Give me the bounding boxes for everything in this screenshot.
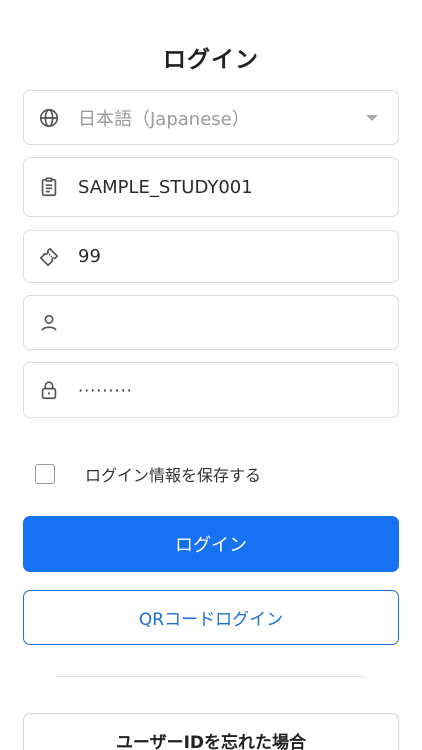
user-icon (37, 311, 61, 335)
study-id-field[interactable]: SAMPLE_STUDY001 (23, 157, 399, 217)
chevron-down-icon (366, 114, 378, 121)
forgot-user-id-button[interactable]: ユーザーIDを忘れた場合 (23, 713, 399, 750)
ticket-icon (37, 245, 61, 269)
user-id-input[interactable] (78, 312, 398, 333)
qr-login-button[interactable]: QRコードログイン (23, 590, 399, 645)
globe-icon (37, 106, 61, 130)
remember-login-row[interactable]: ログイン情報を保存する (35, 462, 261, 486)
language-select-value: 日本語（Japanese） (78, 108, 250, 130)
login-button[interactable]: ログイン (23, 516, 399, 572)
user-id-field[interactable] (23, 295, 399, 350)
remember-login-label: ログイン情報を保存する (85, 466, 262, 485)
password-value: ········· (78, 380, 133, 400)
login-screen: ログイン 日本語（Japanese） SAMPLE_STUDY001 99 ··… (0, 0, 422, 750)
remember-login-checkbox[interactable] (35, 464, 55, 484)
divider (57, 676, 365, 677)
password-field[interactable]: ········· (23, 362, 399, 418)
lock-icon (37, 378, 61, 402)
clipboard-icon (37, 175, 61, 199)
study-id-value: SAMPLE_STUDY001 (78, 176, 253, 198)
ticket-value: 99 (78, 246, 101, 267)
ticket-field[interactable]: 99 (23, 230, 399, 283)
page-title: ログイン (163, 47, 259, 73)
language-select[interactable]: 日本語（Japanese） (23, 90, 399, 145)
